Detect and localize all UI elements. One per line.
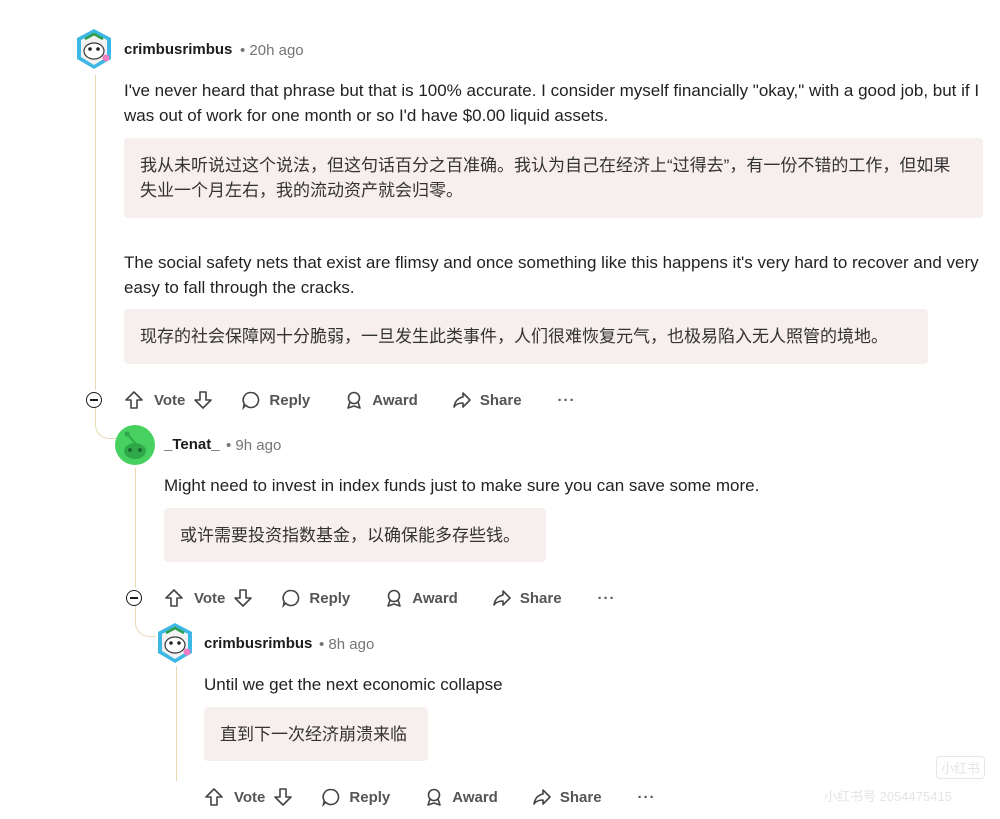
arrow-down-icon	[194, 391, 213, 409]
thread-elbow-2	[135, 606, 156, 637]
share-label: Share	[519, 589, 562, 607]
arrow-up-icon	[205, 788, 223, 806]
thread-elbow-1	[95, 408, 116, 439]
reply-button[interactable]: Reply	[321, 787, 390, 807]
comment-actions: Vote Reply Award Share ···	[164, 584, 616, 612]
award-button[interactable]: Award	[424, 787, 498, 807]
comment-author[interactable]: _Tenat_	[164, 436, 220, 453]
award-label: Award	[452, 788, 498, 806]
reply-button[interactable]: Reply	[281, 588, 350, 608]
award-label: Award	[372, 391, 418, 409]
translation-box: 现存的社会保障网十分脆弱，一旦发生此类事件，人们很难恢复元气，也极易陷入无人照管…	[124, 309, 928, 364]
share-button[interactable]: Share	[492, 588, 562, 608]
award-button[interactable]: Award	[384, 588, 458, 608]
upvote-button[interactable]	[204, 787, 224, 807]
share-icon	[493, 590, 511, 606]
vote-label: Vote	[234, 788, 266, 806]
collapse-thread-button[interactable]	[86, 392, 102, 408]
comment-actions: Vote Reply Award Share ···	[124, 386, 576, 414]
share-icon	[453, 392, 471, 408]
award-icon	[387, 589, 402, 607]
comment-timestamp: • 20h ago	[240, 42, 304, 59]
arrow-down-icon	[274, 788, 293, 806]
avatar[interactable]	[155, 622, 195, 663]
comment-icon	[242, 391, 260, 410]
reply-label: Reply	[309, 589, 351, 607]
comment-icon	[322, 788, 340, 807]
thread-line-1	[95, 75, 96, 390]
more-options-button[interactable]: ···	[598, 590, 616, 607]
vote-label: Vote	[194, 589, 226, 607]
avatar[interactable]	[74, 28, 114, 69]
upvote-button[interactable]	[164, 588, 184, 608]
comment-icon	[282, 589, 300, 608]
comment-author[interactable]: crimbusrimbus	[124, 41, 232, 58]
translation-box: 直到下一次经济崩溃来临	[204, 707, 428, 761]
share-button[interactable]: Share	[452, 390, 522, 410]
comment-actions: Vote Reply Award Share ···	[204, 783, 656, 811]
translation-box: 或许需要投资指数基金，以确保能多存些钱。	[164, 508, 546, 562]
arrow-down-icon	[234, 589, 253, 607]
reply-label: Reply	[349, 788, 391, 806]
collapse-thread-button[interactable]	[126, 590, 142, 606]
reply-label: Reply	[269, 391, 311, 409]
award-icon	[347, 391, 362, 409]
comment-timestamp: • 8h ago	[319, 636, 375, 653]
downvote-button[interactable]	[193, 390, 213, 410]
award-icon	[427, 788, 442, 806]
upvote-button[interactable]	[124, 390, 144, 410]
avatar[interactable]	[115, 425, 155, 465]
comment-timestamp: • 9h ago	[226, 437, 282, 454]
comment-text: Until we get the next economic collapse	[204, 675, 503, 694]
translation-box: 我从未听说过这个说法，但这句话百分之百准确。我认为自己在经济上“过得去”，有一份…	[124, 138, 983, 218]
award-label: Award	[412, 589, 458, 607]
more-options-button[interactable]: ···	[638, 789, 656, 806]
comment-text: I've never heard that phrase but that is…	[124, 81, 980, 125]
comment-text: The social safety nets that exist are fl…	[124, 253, 979, 297]
share-icon	[533, 789, 551, 805]
watermark-id: 小红书号 2054475415	[824, 789, 952, 804]
downvote-button[interactable]	[273, 787, 293, 807]
award-button[interactable]: Award	[344, 390, 418, 410]
thread-line-2	[135, 468, 136, 588]
comment-text: Might need to invest in index funds just…	[164, 476, 760, 495]
downvote-button[interactable]	[233, 588, 253, 608]
arrow-up-icon	[125, 391, 143, 409]
thread-line-3	[176, 666, 177, 781]
share-button[interactable]: Share	[532, 787, 602, 807]
comment-author[interactable]: crimbusrimbus	[204, 635, 312, 652]
more-options-button[interactable]: ···	[558, 392, 576, 409]
arrow-up-icon	[165, 589, 183, 607]
share-label: Share	[479, 391, 522, 409]
share-label: Share	[559, 788, 602, 806]
vote-label: Vote	[154, 391, 186, 409]
watermark-logo: 小红书	[936, 756, 986, 779]
reply-button[interactable]: Reply	[241, 390, 310, 410]
